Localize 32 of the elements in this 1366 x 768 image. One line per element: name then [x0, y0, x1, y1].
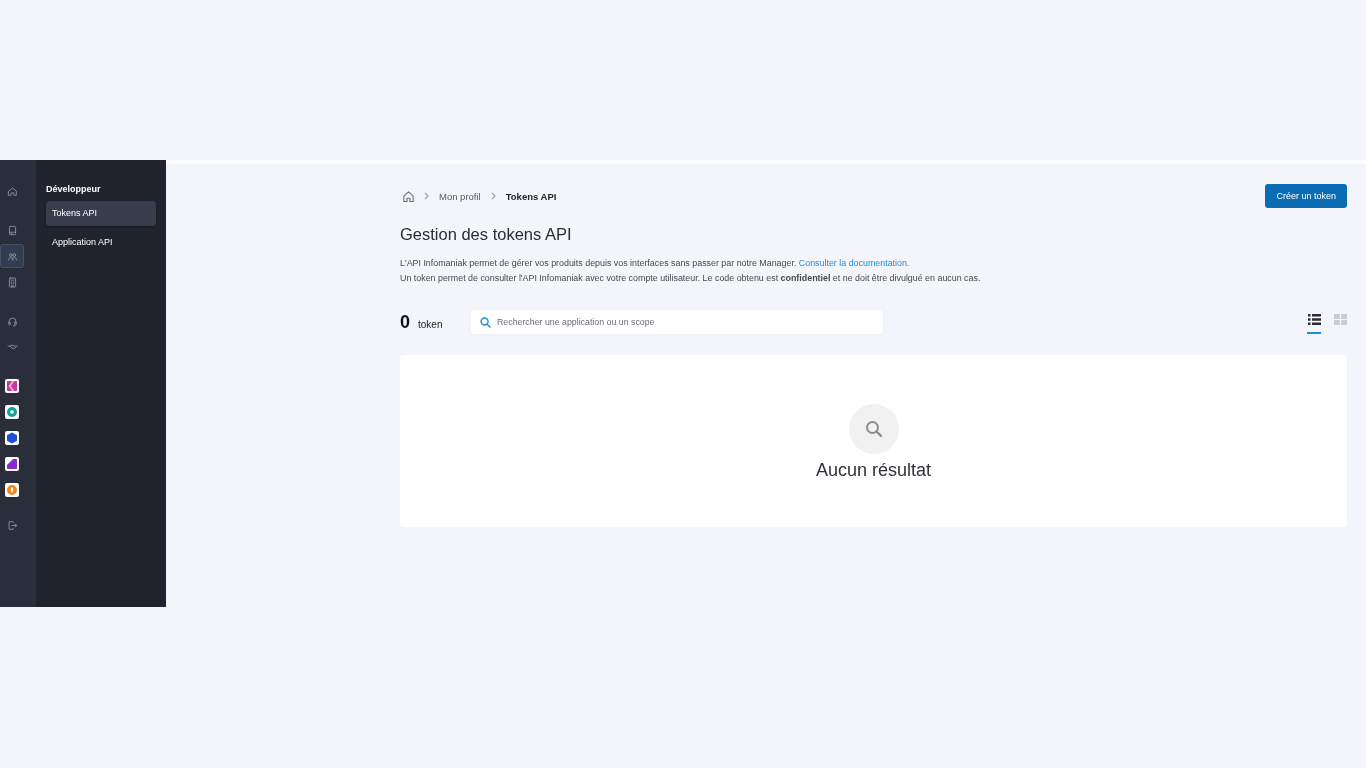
app-logo-icon[interactable] — [5, 457, 19, 471]
page-title: Gestion des tokens API — [400, 224, 572, 244]
chevron-right-icon — [490, 192, 496, 200]
sidebar-item[interactable]: Application API — [46, 230, 156, 255]
logout-icon[interactable] — [6, 519, 18, 531]
device-icon — [6, 224, 18, 236]
app-logo-icon[interactable] — [5, 379, 19, 393]
token-count-label: token — [418, 318, 443, 330]
description-text: L'API Infomaniak permet de gérer vos produits depuis vos interfaces sans passer par notre Manager. Consulter la documentation. — [400, 257, 910, 270]
search-icon — [480, 316, 491, 328]
breadcrumb-item[interactable]: Mon profil — [439, 190, 481, 202]
search-field[interactable]: Rechercher une application ou un scope — [471, 310, 883, 334]
app-logo-icon[interactable] — [5, 431, 19, 445]
sidebar-item[interactable]: Tokens API — [46, 201, 156, 226]
rail-nav-item[interactable] — [0, 244, 24, 268]
grid-icon — [1333, 314, 1347, 325]
list-icon — [1307, 314, 1321, 325]
list-view-button[interactable] — [1307, 313, 1321, 334]
app-logo-icon[interactable] — [5, 405, 19, 419]
sidebar-section-title: Développeur — [46, 183, 101, 195]
token-count: 0 — [400, 311, 410, 333]
headset-icon — [6, 315, 18, 327]
create-token-button[interactable]: Créer un token — [1265, 184, 1347, 208]
chevron-right-icon — [424, 192, 429, 200]
description-text: Un token permet de consulter l'API Infomaniak avec votre compte utilisateur. Le code obtenu est confidentiel et ne doit être divulgué en aucun cas. — [400, 272, 981, 285]
home-icon[interactable] — [403, 190, 414, 202]
home-icon — [6, 185, 18, 197]
empty-state-message: Aucun résultat — [815, 459, 932, 481]
search-icon — [848, 404, 899, 454]
breadcrumb-item: Tokens API — [505, 190, 557, 202]
building-icon — [6, 276, 18, 288]
users-icon — [6, 250, 18, 262]
